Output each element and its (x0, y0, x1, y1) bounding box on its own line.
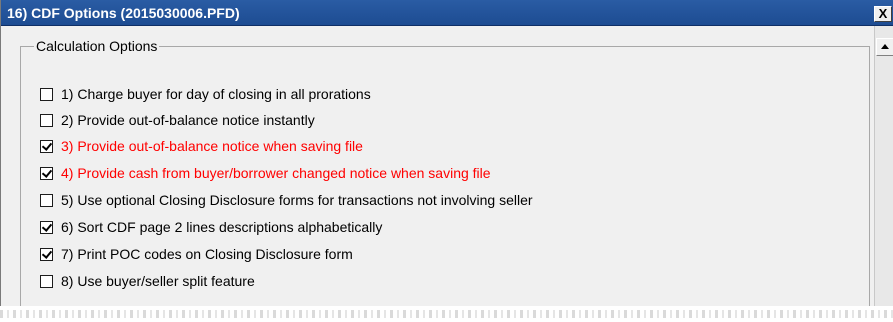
option-out-of-balance-instantly[interactable]: 2) Provide out-of-balance notice instant… (40, 110, 315, 130)
checkbox-option-5[interactable] (40, 193, 53, 207)
scroll-up-arrow-icon[interactable] (876, 38, 893, 56)
close-icon: X (878, 6, 888, 21)
checkbox-option-3[interactable] (40, 139, 53, 153)
window-title: 16) CDF Options (2015030006.PFD) (7, 5, 240, 21)
torn-edge-decoration (0, 310, 893, 318)
checkbox-option-7[interactable] (40, 247, 53, 261)
option-label: 5) Use optional Closing Disclosure forms… (61, 192, 533, 208)
close-button[interactable]: X (874, 6, 892, 22)
option-label: 7) Print POC codes on Closing Disclosure… (61, 246, 353, 262)
title-bar: 16) CDF Options (2015030006.PFD) X (1, 0, 893, 26)
torn-bottom-edge (0, 306, 893, 322)
checkbox-option-4[interactable] (40, 166, 53, 180)
checkbox-option-2[interactable] (40, 113, 53, 127)
checkbox-option-8[interactable] (40, 274, 53, 288)
option-label: 4) Provide cash from buyer/borrower chan… (61, 165, 491, 181)
option-optional-closing-disclosure-forms[interactable]: 5) Use optional Closing Disclosure forms… (40, 190, 533, 210)
option-print-poc-codes[interactable]: 7) Print POC codes on Closing Disclosure… (40, 244, 353, 264)
option-charge-buyer-day-of-closing[interactable]: 1) Charge buyer for day of closing in al… (40, 84, 371, 104)
option-cash-from-buyer-changed-notice[interactable]: 4) Provide cash from buyer/borrower chan… (40, 163, 491, 183)
dialog-content: Calculation Options 1) Charge buyer for … (2, 26, 874, 314)
option-out-of-balance-when-saving[interactable]: 3) Provide out-of-balance notice when sa… (40, 136, 363, 156)
checkbox-option-6[interactable] (40, 220, 53, 234)
option-label: 8) Use buyer/seller split feature (61, 273, 255, 289)
option-sort-cdf-page2-alphabetically[interactable]: 6) Sort CDF page 2 lines descriptions al… (40, 217, 382, 237)
option-label: 3) Provide out-of-balance notice when sa… (61, 138, 363, 154)
calculation-options-legend: Calculation Options (34, 38, 160, 54)
vertical-scrollbar[interactable] (874, 26, 893, 306)
option-label: 6) Sort CDF page 2 lines descriptions al… (61, 219, 383, 235)
option-label: 2) Provide out-of-balance notice instant… (61, 112, 315, 128)
option-buyer-seller-split[interactable]: 8) Use buyer/seller split feature (40, 271, 255, 291)
cdf-options-window: 16) CDF Options (2015030006.PFD) X Calcu… (0, 0, 893, 314)
option-label: 1) Charge buyer for day of closing in al… (61, 86, 371, 102)
checkbox-option-1[interactable] (40, 87, 53, 101)
